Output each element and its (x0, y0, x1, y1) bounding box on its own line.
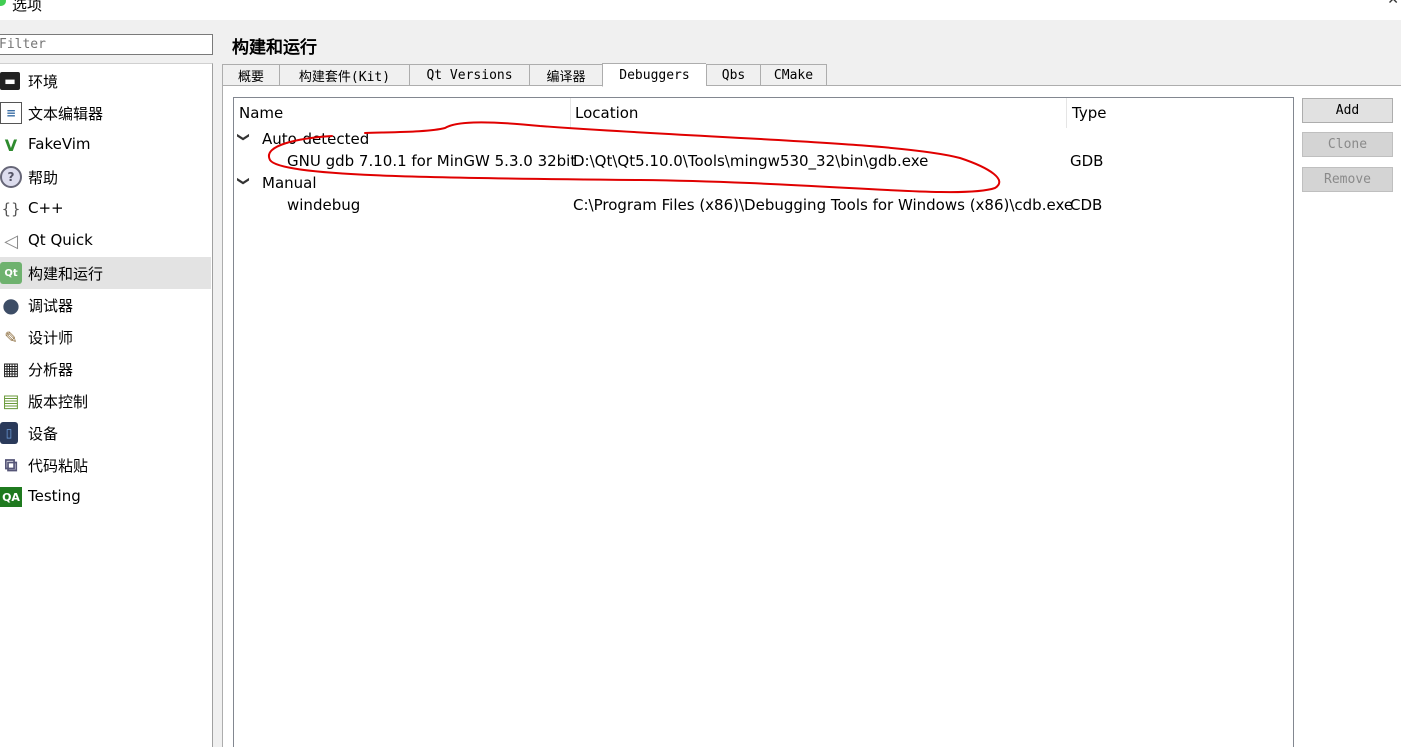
debugger-location: D:\Qt\Qt5.10.0\Tools\mingw530_32\bin\gdb… (573, 152, 929, 170)
tab-kits[interactable]: 构建套件(Kit) (279, 64, 409, 86)
sidebar-item-label: 调试器 (28, 297, 74, 315)
column-header-name[interactable]: Name (234, 98, 571, 128)
debugger-name: windebug (287, 196, 361, 214)
sidebar-item-environment[interactable]: ▬ 环境 (0, 65, 211, 97)
expand-arrow-icon[interactable]: ❯ (237, 176, 251, 186)
sidebar-item-label: 环境 (28, 73, 59, 91)
sidebar-item-qt-quick[interactable]: ◁ Qt Quick (0, 225, 211, 257)
tab-qbs[interactable]: Qbs (706, 64, 760, 86)
version-control-icon: ▤ (2, 390, 20, 412)
remove-button[interactable]: Remove (1302, 167, 1393, 192)
testing-qa-icon: QA (0, 487, 22, 507)
group-manual[interactable]: ❯ Manual (234, 172, 1293, 194)
sidebar-item-cpp[interactable]: {} C++ (0, 193, 211, 225)
device-icon: ▯ (0, 422, 18, 444)
sidebar-item-label: Qt Quick (28, 231, 93, 249)
sidebar-item-help[interactable]: ? 帮助 (0, 161, 211, 193)
sidebar-item-label: 代码粘贴 (28, 457, 89, 475)
tree-header: Name Location Type (234, 98, 1293, 128)
sidebar-item-testing[interactable]: QA Testing (0, 481, 211, 513)
clone-button[interactable]: Clone (1302, 132, 1393, 157)
column-header-location[interactable]: Location (570, 98, 1067, 128)
tab-compilers[interactable]: 编译器 (529, 64, 602, 86)
group-auto-detected[interactable]: ❯ Auto-detected (234, 128, 1293, 150)
table-row[interactable]: GNU gdb 7.10.1 for MinGW 5.3.0 32bit D:\… (234, 150, 1293, 172)
debugger-name: GNU gdb 7.10.1 for MinGW 5.3.0 32bit (287, 152, 577, 170)
add-button[interactable]: Add (1302, 98, 1393, 123)
sidebar-item-label: 帮助 (28, 169, 59, 187)
sidebar-item-label: 文本编辑器 (28, 105, 104, 123)
sidebar-item-debugger[interactable]: ● 调试器 (0, 289, 211, 321)
debugger-type: CDB (1070, 196, 1103, 214)
analyzer-icon: ▦ (2, 358, 20, 380)
sidebar-item-text-editor[interactable]: ≡ 文本编辑器 (0, 97, 211, 129)
build-run-icon: Qt (0, 262, 22, 284)
title-bar: 选项 ✕ (0, 0, 1401, 20)
sidebar-item-analyzer[interactable]: ▦ 分析器 (0, 353, 211, 385)
page-title: 构建和运行 (232, 38, 317, 58)
sidebar-item-label: 设备 (28, 425, 59, 443)
sidebar-item-label: 构建和运行 (28, 265, 104, 283)
column-header-type[interactable]: Type (1067, 98, 1293, 128)
debugger-icon: ● (2, 293, 20, 317)
sidebar-item-label: Testing (28, 487, 81, 505)
sidebar-item-label: 设计师 (28, 329, 74, 347)
category-list: ▬ 环境 ≡ 文本编辑器 V FakeVim ? 帮助 {} C++ ◁ Qt … (0, 63, 213, 747)
table-row[interactable]: windebug C:\Program Files (x86)\Debuggin… (234, 194, 1293, 216)
sidebar-item-label: 分析器 (28, 361, 74, 379)
designer-icon: ✎ (4, 327, 18, 347)
sidebar-item-label: C++ (28, 199, 64, 217)
fakevim-icon: V (4, 135, 18, 155)
options-dialog: 选项 ✕ ▬ 环境 ≡ 文本编辑器 V FakeVim ? 帮助 {} C++ … (0, 0, 1401, 747)
tab-overview[interactable]: 概要 (222, 64, 279, 86)
tab-cmake[interactable]: CMake (760, 64, 827, 86)
tab-bar: 概要 构建套件(Kit) Qt Versions 编译器 Debuggers Q… (222, 63, 827, 87)
code-paster-icon: ⧉ (4, 454, 18, 476)
group-label: Auto-detected (262, 130, 370, 148)
sidebar-item-code-paster[interactable]: ⧉ 代码粘贴 (0, 449, 211, 481)
tab-qt-versions[interactable]: Qt Versions (409, 64, 529, 86)
sidebar-item-devices[interactable]: ▯ 设备 (0, 417, 211, 449)
group-label: Manual (262, 174, 317, 192)
expand-arrow-icon[interactable]: ❯ (237, 132, 251, 142)
filter-input[interactable] (0, 34, 213, 55)
debuggers-tree: Name Location Type ❯ Auto-detected GNU g… (233, 97, 1294, 747)
help-icon: ? (0, 166, 22, 188)
sidebar-item-designer[interactable]: ✎ 设计师 (0, 321, 211, 353)
debugger-type: GDB (1070, 152, 1104, 170)
tab-debuggers[interactable]: Debuggers (602, 63, 706, 87)
sidebar-item-fakevim[interactable]: V FakeVim (0, 129, 211, 161)
qt-app-icon (0, 0, 6, 6)
sidebar-item-label: 版本控制 (28, 393, 89, 411)
qt-quick-icon: ◁ (4, 230, 18, 252)
sidebar-item-build-run[interactable]: Qt 构建和运行 (0, 257, 211, 289)
sidebar-item-version-control[interactable]: ▤ 版本控制 (0, 385, 211, 417)
monitor-icon: ▬ (0, 72, 20, 90)
sidebar-item-label: FakeVim (28, 135, 91, 153)
text-editor-icon: ≡ (0, 102, 22, 124)
debugger-location: C:\Program Files (x86)\Debugging Tools f… (573, 196, 1074, 214)
cpp-braces-icon: {} (1, 200, 21, 218)
window-title: 选项 (12, 0, 43, 14)
close-icon[interactable]: ✕ (1387, 0, 1399, 8)
